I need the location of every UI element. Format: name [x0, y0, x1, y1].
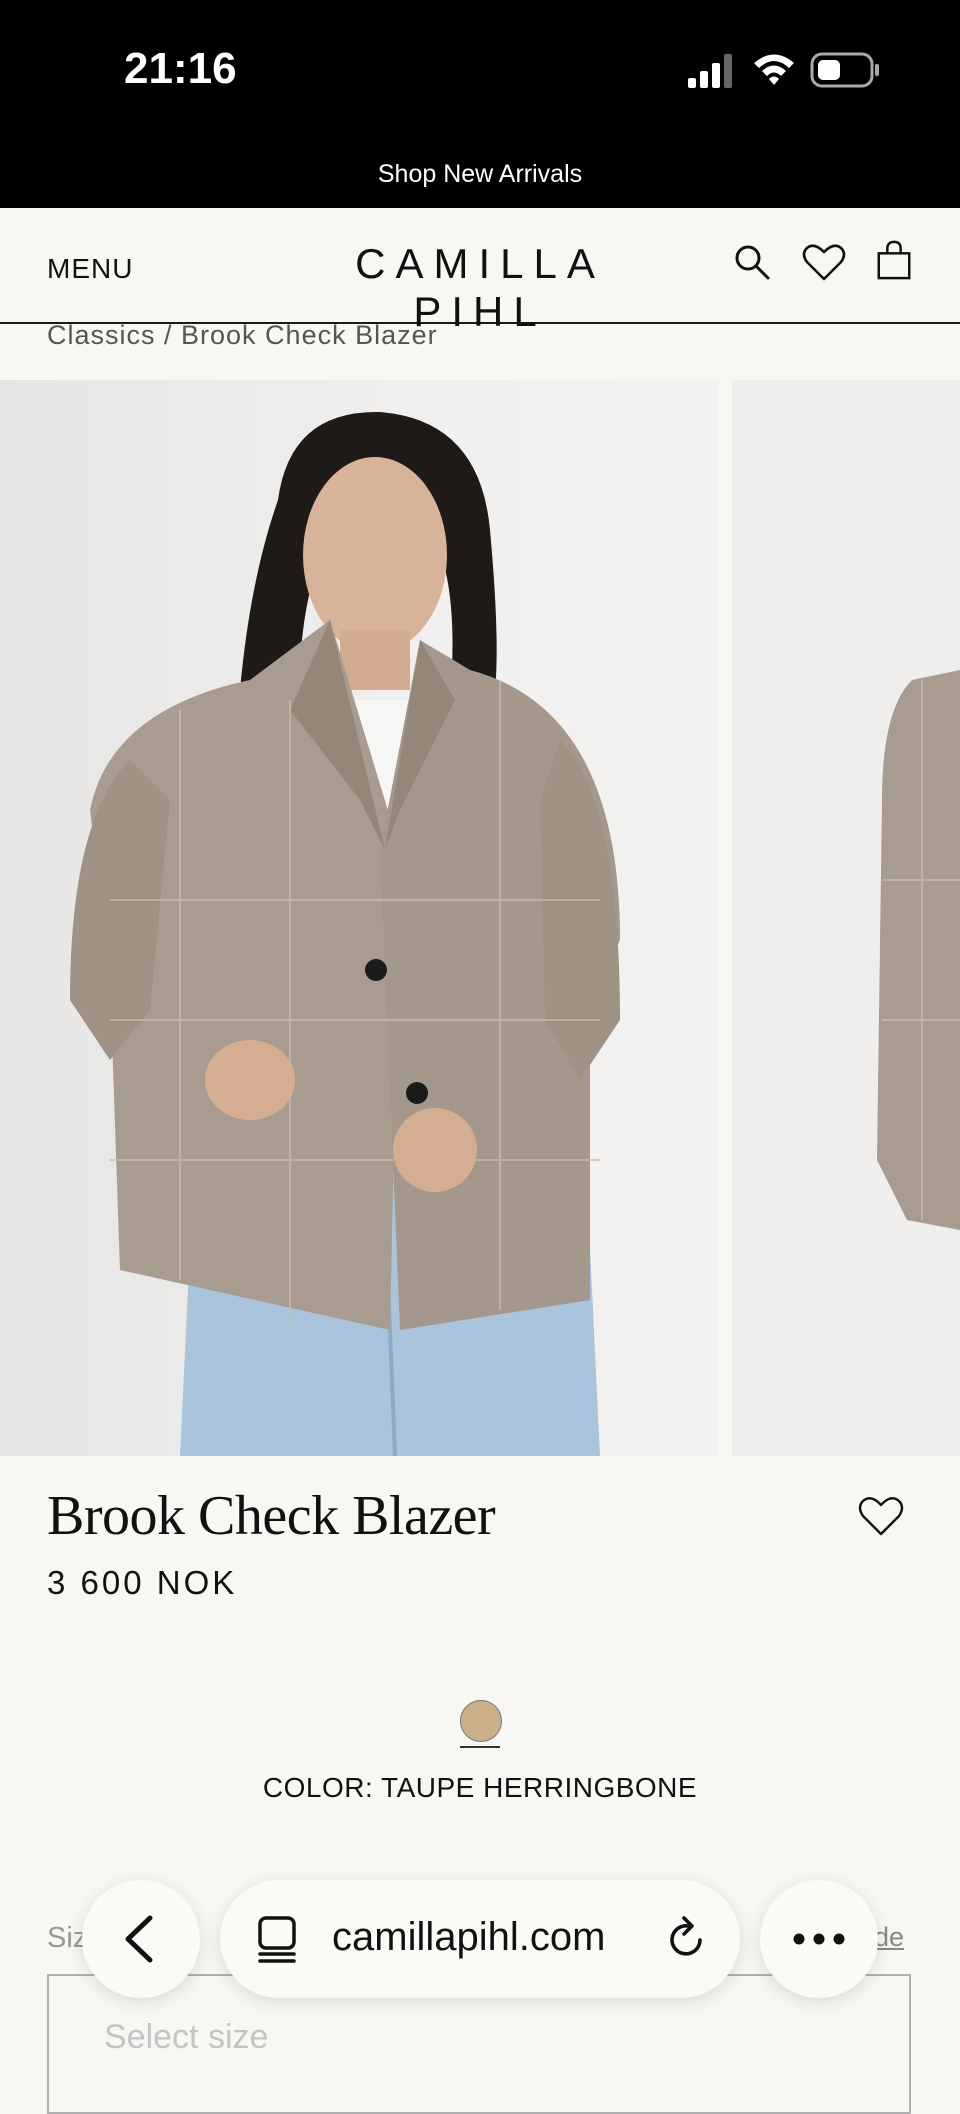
search-icon[interactable] — [732, 242, 772, 282]
add-to-wishlist-heart-icon[interactable] — [858, 1494, 904, 1538]
browser-url-text[interactable]: camillapihl.com — [332, 1915, 605, 1960]
selected-swatch-indicator — [460, 1746, 500, 1748]
chevron-left-icon — [125, 1915, 153, 1963]
wishlist-heart-icon[interactable] — [802, 242, 846, 282]
status-time: 21:16 — [124, 44, 237, 93]
product-price: 3 600 NOK — [47, 1564, 238, 1601]
product-image-main[interactable] — [0, 380, 718, 1456]
tabs-icon[interactable] — [254, 1914, 300, 1964]
more-dots-icon — [793, 1933, 845, 1945]
color-label: COLOR: TAUPE HERRINGBONE — [262, 1772, 698, 1803]
color-swatch-taupe-herringbone[interactable] — [460, 1700, 502, 1742]
shopping-bag-icon[interactable] — [874, 240, 914, 280]
wifi-icon — [754, 54, 794, 85]
product-image-secondary[interactable] — [732, 380, 960, 1456]
blazer-detail-image — [732, 380, 960, 1456]
product-title: Brook Check Blazer — [47, 1485, 496, 1547]
browser-back-button[interactable] — [82, 1880, 200, 1998]
model-wearing-blazer-image — [0, 380, 718, 1456]
browser-more-button[interactable] — [760, 1880, 878, 1998]
size-select-placeholder: Select size — [104, 2018, 269, 2056]
reload-icon[interactable] — [664, 1914, 710, 1962]
menu-button[interactable]: MENU — [47, 253, 133, 285]
breadcrumb[interactable]: Classics / Brook Check Blazer — [47, 320, 438, 351]
battery-icon — [810, 52, 879, 88]
cellular-signal-icon — [688, 54, 732, 88]
promo-banner-link[interactable]: Shop New Arrivals — [0, 140, 960, 208]
